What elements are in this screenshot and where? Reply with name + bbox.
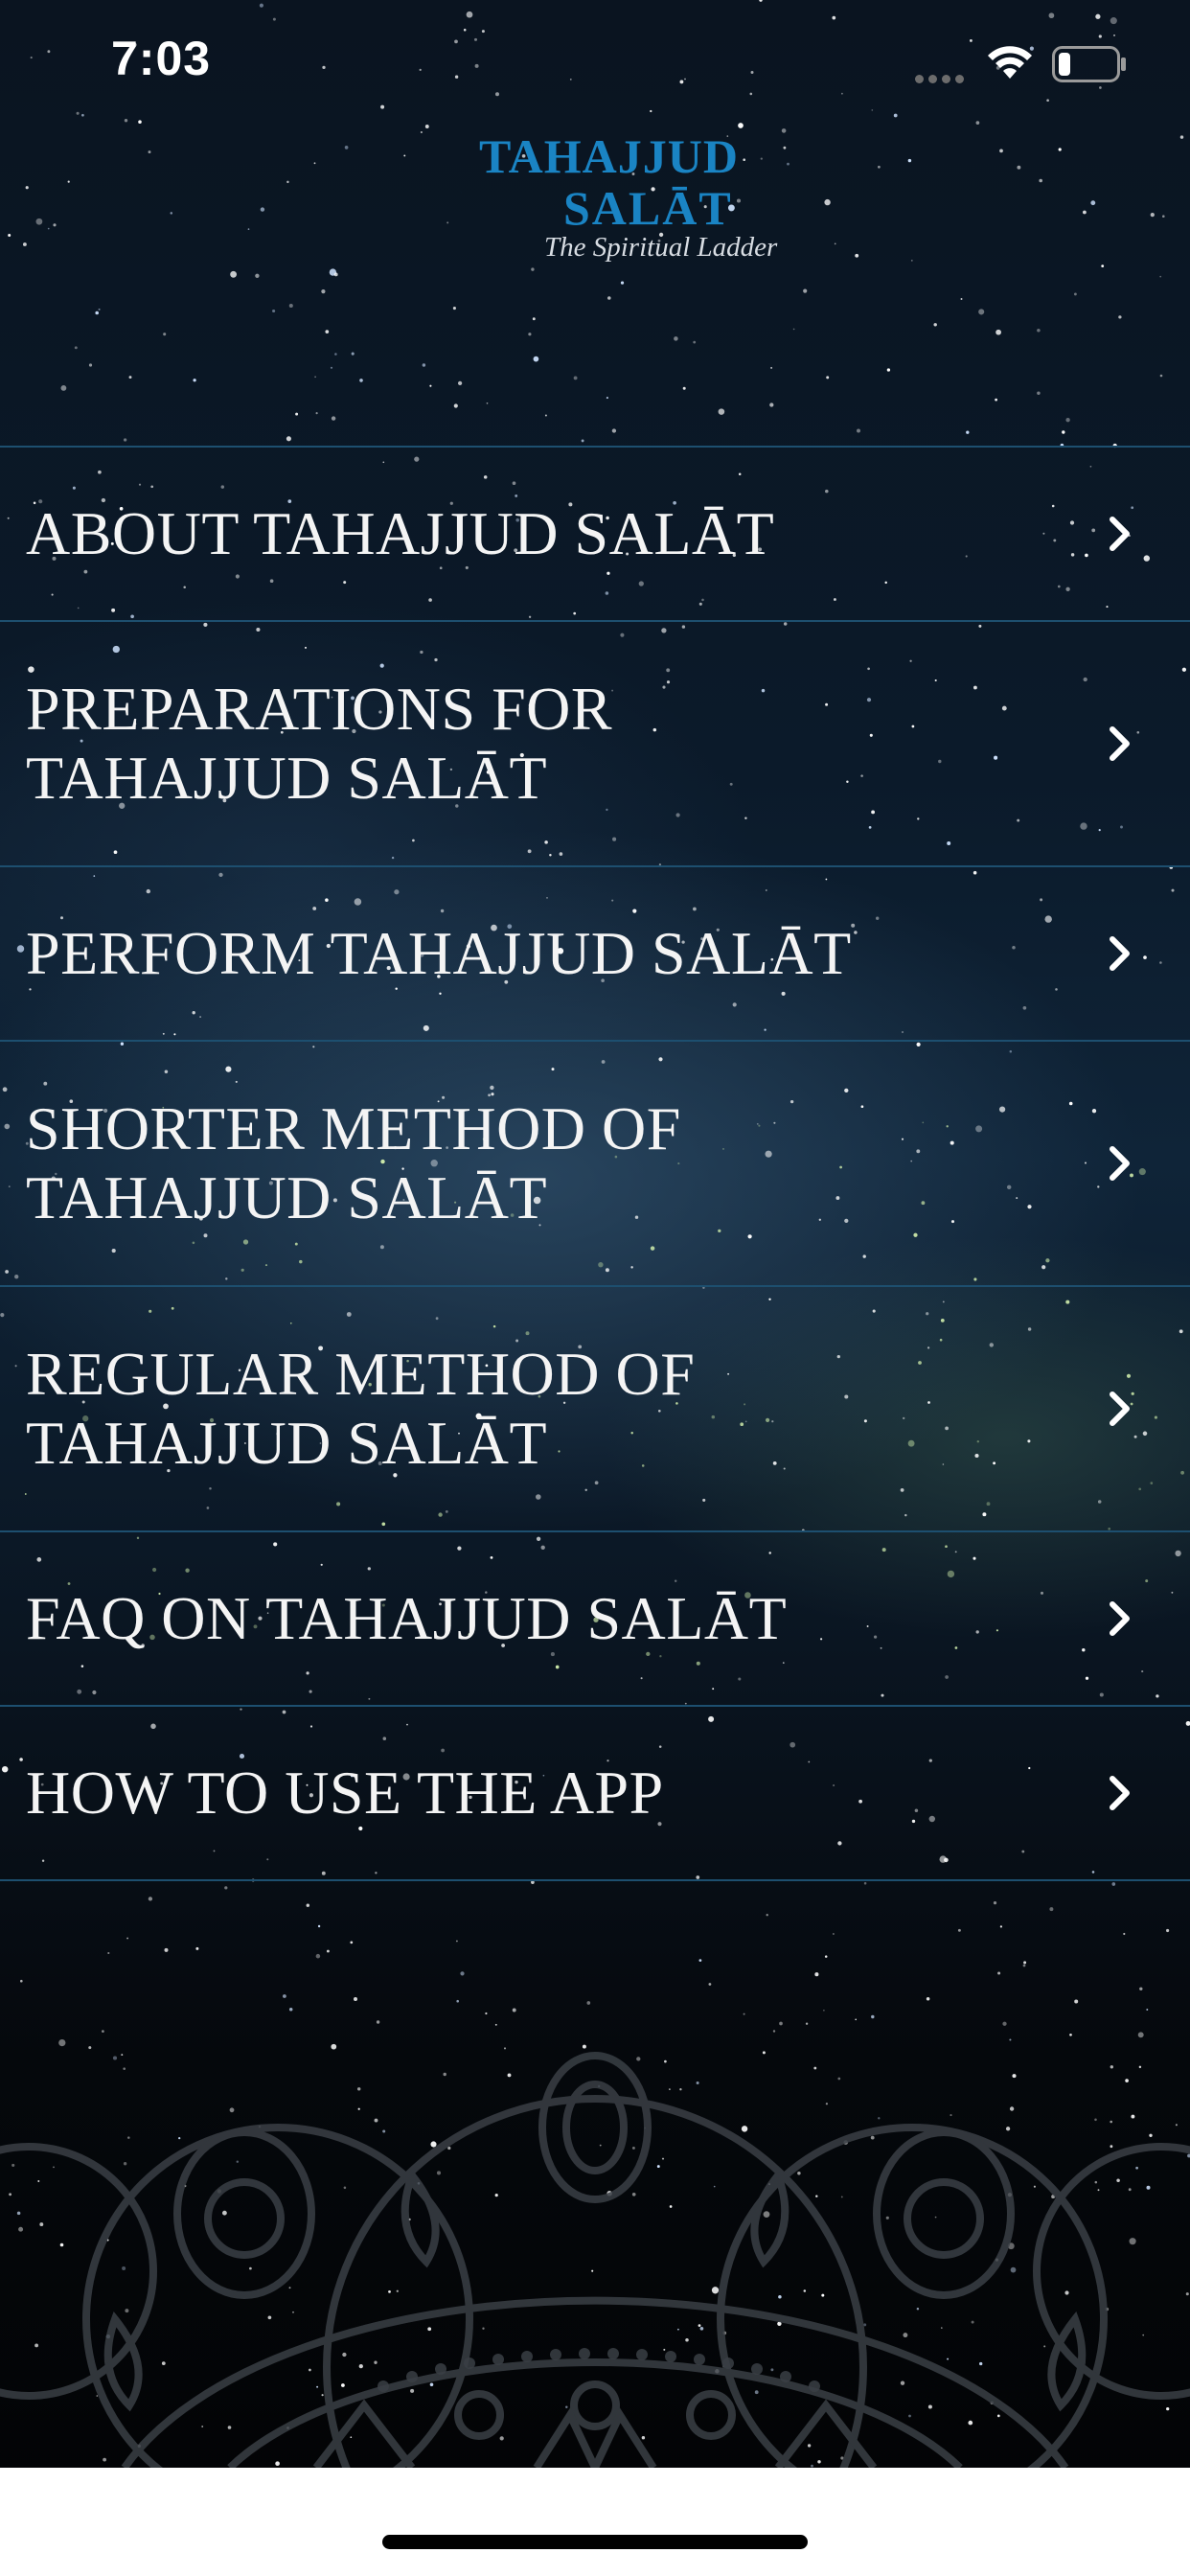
status-time: 7:03 bbox=[111, 32, 212, 85]
menu-item-preparations[interactable]: PREPARATIONS FOR TAHAJJUD SALĀT bbox=[0, 622, 1190, 867]
main-menu: ABOUT TAHAJJUD SALĀT PREPARATIONS FOR TA… bbox=[0, 446, 1190, 1881]
battery-icon bbox=[1052, 46, 1126, 82]
chevron-right-icon bbox=[1110, 1601, 1130, 1636]
menu-item-shorter-method[interactable]: SHORTER METHOD OF TAHAJJUD SALĀT bbox=[0, 1042, 1190, 1287]
logo-title-line1: TAHAJJUD bbox=[479, 129, 739, 183]
menu-item-label: HOW TO USE THE APP bbox=[26, 1759, 664, 1827]
menu-item-regular-method[interactable]: REGULAR METHOD OF TAHAJJUD SALĀT bbox=[0, 1287, 1190, 1532]
menu-item-label: REGULAR METHOD OF TAHAJJUD SALĀT bbox=[26, 1340, 696, 1477]
logo-title-line2: SALĀT bbox=[563, 181, 733, 235]
menu-item-label: ABOUT TAHAJJUD SALĀT bbox=[26, 499, 775, 567]
chevron-right-icon bbox=[1110, 936, 1130, 971]
home-indicator-area bbox=[0, 2468, 1190, 2576]
menu-item-faq[interactable]: FAQ ON TAHAJJUD SALĀT bbox=[0, 1532, 1190, 1707]
menu-item-about[interactable]: ABOUT TAHAJJUD SALĀT bbox=[0, 448, 1190, 622]
menu-item-label: PREPARATIONS FOR TAHAJJUD SALĀT bbox=[26, 675, 613, 812]
chevron-right-icon bbox=[1110, 517, 1130, 551]
logo-tagline: The Spiritual Ladder bbox=[544, 232, 778, 263]
menu-item-how-to-use[interactable]: HOW TO USE THE APP bbox=[0, 1707, 1190, 1881]
cellular-signal-icon bbox=[915, 71, 973, 83]
app-logo: TAHAJJUD SALĀT The Spiritual Ladder bbox=[422, 92, 778, 274]
home-screen: 7:03 TAHAJJUD SALĀT The Spiritual Ladder… bbox=[0, 0, 1190, 2576]
menu-item-label: SHORTER METHOD OF TAHAJJUD SALĀT bbox=[26, 1094, 681, 1231]
chevron-right-icon bbox=[1110, 1776, 1130, 1810]
chevron-right-icon bbox=[1110, 1392, 1130, 1426]
wifi-icon bbox=[988, 46, 1032, 79]
chevron-right-icon bbox=[1110, 726, 1130, 761]
menu-item-label: PERFORM TAHAJJUD SALĀT bbox=[26, 919, 852, 987]
menu-item-label: FAQ ON TAHAJJUD SALĀT bbox=[26, 1584, 788, 1652]
home-indicator[interactable] bbox=[382, 2535, 808, 2549]
chevron-right-icon bbox=[1110, 1146, 1130, 1181]
mandala-decoration bbox=[0, 2052, 1190, 2468]
menu-item-perform[interactable]: PERFORM TAHAJJUD SALĀT bbox=[0, 867, 1190, 1042]
